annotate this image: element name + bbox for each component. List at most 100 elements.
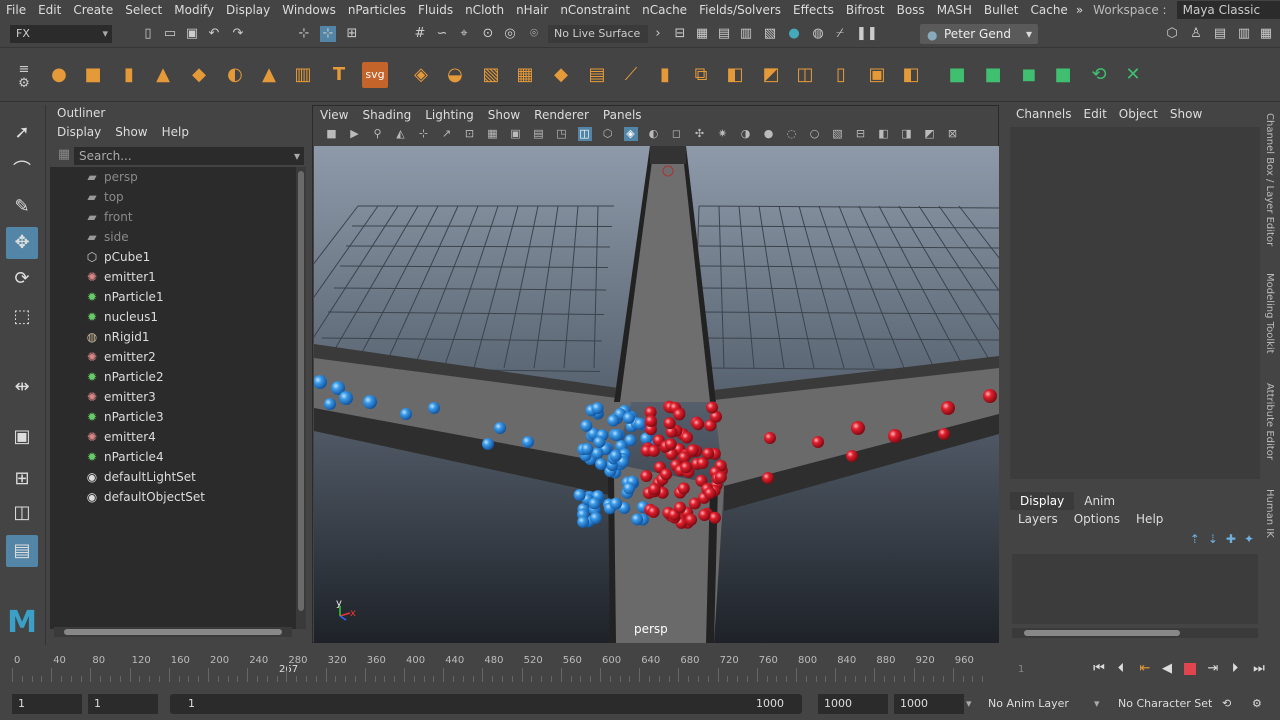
list-item[interactable]: ✹ nParticle4 <box>50 447 296 467</box>
chevron-down-icon[interactable]: ▾ <box>1094 694 1100 714</box>
nrigid-icon[interactable]: ■ <box>980 62 1006 88</box>
outliner-menu-display[interactable]: Display <box>50 123 108 141</box>
menu-mash[interactable]: MASH <box>931 0 978 20</box>
layers-icon[interactable]: ⧉ <box>688 62 714 88</box>
snap-point-icon[interactable]: ⌖ <box>456 26 472 42</box>
wireframe-icon[interactable]: ◫ <box>577 127 592 141</box>
viewport-menu-renderer[interactable]: Renderer <box>527 106 596 124</box>
menu-create[interactable]: Create <box>67 0 119 20</box>
text-icon[interactable]: T <box>326 62 352 88</box>
menu-fields-solvers[interactable]: Fields/Solvers <box>693 0 787 20</box>
current-frame-field[interactable]: 1 <box>1014 662 1084 678</box>
menu-cache[interactable]: Cache <box>1024 0 1073 20</box>
snap-surface-icon[interactable]: ◎ <box>502 26 518 42</box>
menu-effects[interactable]: Effects <box>787 0 840 20</box>
range-slider[interactable]: 1 1000 <box>170 694 802 714</box>
particle-cache-icon[interactable]: ⌿ <box>832 26 848 42</box>
menuset-dropdown[interactable]: FX ▾ <box>10 25 112 43</box>
menu-windows[interactable]: Windows <box>276 0 342 20</box>
move-layer-down-icon[interactable]: ⇣ <box>1208 532 1218 546</box>
shelf-settings-icon[interactable]: ⚙ <box>16 76 32 92</box>
playback-end-field[interactable]: 1000 <box>818 694 888 714</box>
cylinder-icon[interactable]: ▮ <box>116 62 142 88</box>
list-item[interactable]: ▰ persp <box>50 167 296 187</box>
step-forward-key-icon[interactable]: ⇥ <box>1204 660 1222 678</box>
scale-tool-icon[interactable]: ⬚ <box>6 301 38 333</box>
user-account-button[interactable]: ● Peter Gend ▾ <box>920 24 1038 44</box>
play-backwards-icon[interactable]: ◀ <box>1158 660 1176 678</box>
snap-grid-icon[interactable]: # <box>412 26 428 42</box>
make-live-icon[interactable]: ⌾ <box>526 26 542 42</box>
arnold-icon[interactable]: ◍ <box>810 26 826 42</box>
undo-icon[interactable]: ↶ <box>206 26 222 42</box>
list-item[interactable]: ⬡ pCube1 <box>50 247 296 267</box>
viewport-menu-shading[interactable]: Shading <box>355 106 418 124</box>
smooth-shade-icon[interactable]: ⬡ <box>601 127 615 141</box>
human-ik-icon[interactable]: ♙ <box>1188 26 1204 42</box>
side-tab-attribute-editor[interactable]: Attribute Editor <box>1264 383 1275 460</box>
anim-layer-dropdown[interactable]: No Anim Layer <box>988 694 1069 714</box>
menu-boss[interactable]: Boss <box>891 0 931 20</box>
nparticle-icon[interactable]: ◒ <box>442 62 468 88</box>
gate-mask-icon[interactable]: ▦ <box>486 127 500 141</box>
time-slider-track[interactable]: 0 40 80 120 160 200 240 280 320 360 400 440 480 520 56… <box>12 654 1004 684</box>
menu-file[interactable]: File <box>0 0 32 20</box>
chevron-down-icon[interactable]: ▾ <box>966 694 972 714</box>
menu-fluids[interactable]: Fluids <box>412 0 459 20</box>
select-by-object-icon[interactable]: ⊹ <box>320 26 336 42</box>
menu-modify[interactable]: Modify <box>168 0 220 20</box>
menu-nhair[interactable]: nHair <box>510 0 554 20</box>
outliner-menu-help[interactable]: Help <box>155 123 196 141</box>
outliner-vertical-scrollbar[interactable] <box>296 167 306 629</box>
scene-end-field[interactable]: 1000 <box>894 694 964 714</box>
single-view-icon[interactable]: ▣ <box>6 421 38 453</box>
channel-menu-show[interactable]: Show <box>1164 105 1208 123</box>
sphere-icon[interactable]: ● <box>46 62 72 88</box>
polygon-tool-icon[interactable]: ◈ <box>408 62 434 88</box>
cube-icon[interactable]: ◆ <box>548 62 574 88</box>
stop-icon[interactable] <box>1181 660 1199 678</box>
select-by-component-icon[interactable]: ⊞ <box>344 26 360 42</box>
live-surface-field[interactable]: No Live Surface <box>548 25 648 43</box>
menu-bifrost[interactable]: Bifrost <box>840 0 891 20</box>
connect-icon[interactable]: ✕ <box>1120 62 1146 88</box>
open-scene-icon[interactable]: ▭ <box>162 26 178 42</box>
lights-icon[interactable]: ✷ <box>716 127 730 141</box>
cube-icon[interactable]: ■ <box>80 62 106 88</box>
scrollbar-thumb[interactable] <box>1024 630 1180 636</box>
isolate-select-icon[interactable]: ⊟ <box>854 127 868 141</box>
channel-menu-channels[interactable]: Channels <box>1010 105 1078 123</box>
default-material-icon[interactable]: ◐ <box>647 127 661 141</box>
film-gate-icon[interactable]: ↗ <box>440 127 454 141</box>
expand-icon[interactable]: › <box>650 26 666 42</box>
depth-of-field-icon[interactable]: ▧ <box>831 127 845 141</box>
list-item[interactable]: ✹ nParticle1 <box>50 287 296 307</box>
scene-start-field[interactable]: 1 <box>12 694 82 714</box>
pyramid-icon[interactable]: ▲ <box>256 62 282 88</box>
list-item[interactable]: ◉ defaultObjectSet <box>50 487 296 507</box>
history-icon[interactable]: ⊟ <box>672 26 688 42</box>
menu-overflow-icon[interactable]: » <box>1074 0 1085 20</box>
extrude-icon[interactable]: ▮ <box>652 62 678 88</box>
soft-mod-icon[interactable]: ⇹ <box>6 371 38 403</box>
side-tab-modeling-toolkit[interactable]: Modeling Toolkit <box>1264 273 1275 354</box>
shadows-icon[interactable]: ◑ <box>739 127 753 141</box>
list-item[interactable]: ✺ emitter1 <box>50 267 296 287</box>
emitter-icon[interactable]: ▧ <box>478 62 504 88</box>
list-item[interactable]: ▰ side <box>50 227 296 247</box>
list-item[interactable]: ▰ top <box>50 187 296 207</box>
hud-icon[interactable]: ◩ <box>923 127 937 141</box>
channel-box-icon[interactable]: ▦ <box>1258 26 1274 42</box>
two-view-icon[interactable]: ◫ <box>6 497 38 529</box>
select-by-hierarchy-icon[interactable]: ⊹ <box>296 26 312 42</box>
combine-icon[interactable]: ▤ <box>584 62 610 88</box>
lasso-tool-icon[interactable]: ⌒ <box>6 155 38 187</box>
list-item[interactable]: ✹ nucleus1 <box>50 307 296 327</box>
uv-icon[interactable]: ▣ <box>864 62 890 88</box>
side-tab-human-ik[interactable]: Human IK <box>1264 489 1275 538</box>
channel-menu-edit[interactable]: Edit <box>1078 105 1113 123</box>
svg-icon[interactable]: svg <box>362 62 388 88</box>
go-to-start-icon[interactable]: ⏮ <box>1090 660 1108 678</box>
field-chart-icon[interactable]: ▣ <box>509 127 523 141</box>
cone-icon[interactable]: ▲ <box>150 62 176 88</box>
